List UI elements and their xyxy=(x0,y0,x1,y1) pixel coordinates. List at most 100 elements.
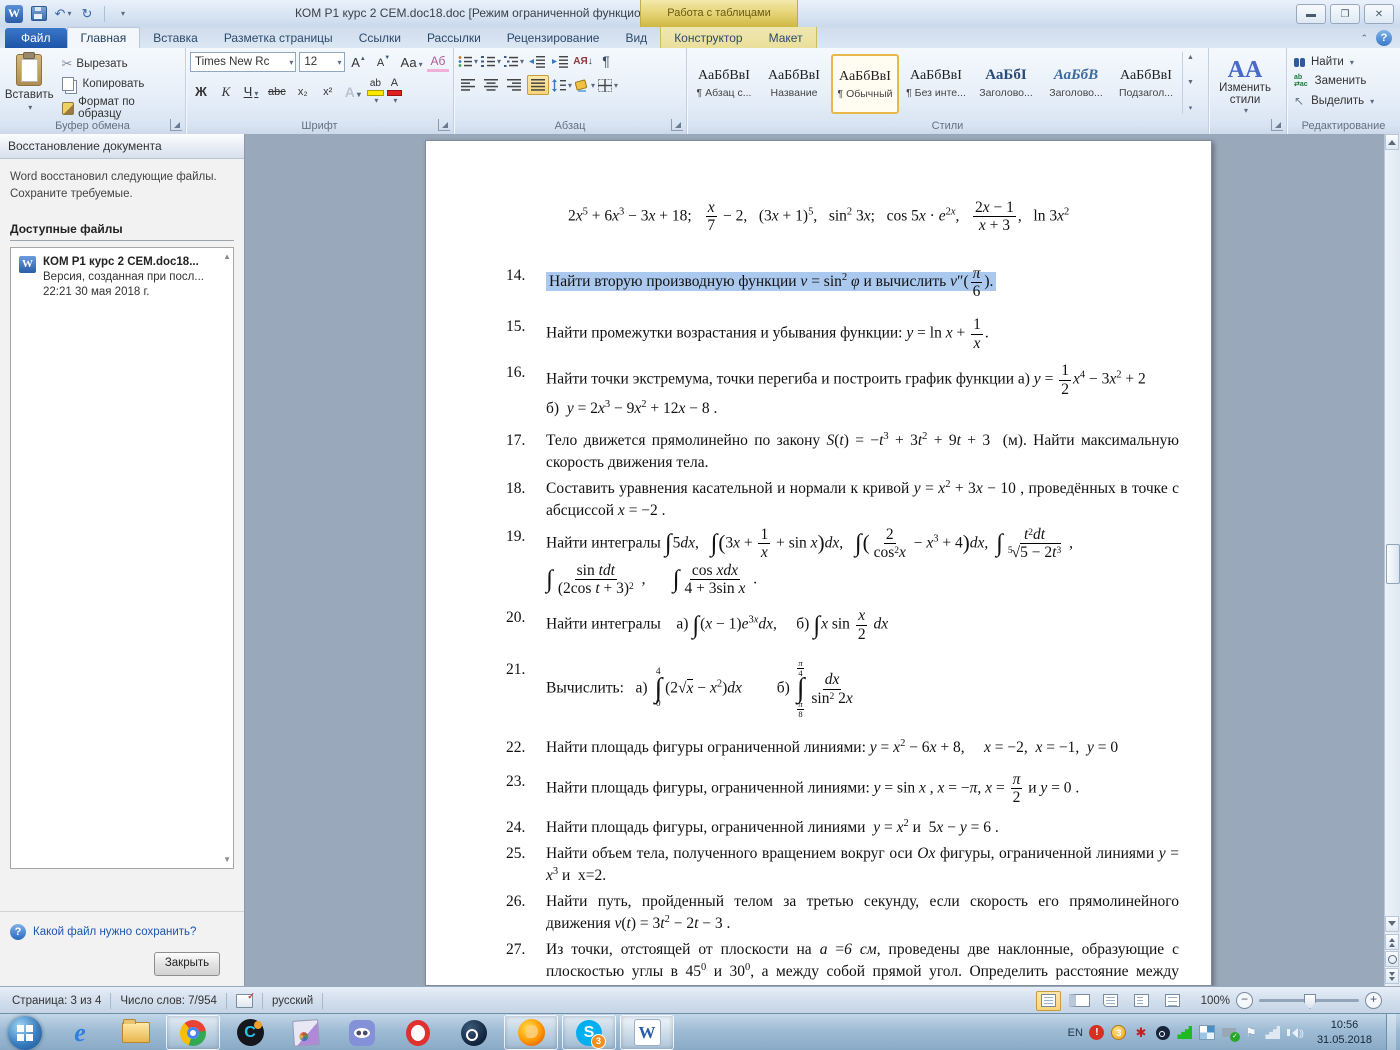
minimize-button[interactable]: ▬ xyxy=(1296,4,1326,24)
align-center-button[interactable] xyxy=(481,76,501,94)
tray-usb-eject-icon[interactable] xyxy=(1222,1028,1236,1037)
word-taskbar-icon[interactable]: W xyxy=(620,1015,674,1050)
find-button[interactable]: Найти xyxy=(1291,55,1396,69)
tray-action-center-flag-icon[interactable]: ⚑ xyxy=(1243,1025,1259,1041)
multilevel-list-button[interactable] xyxy=(504,52,524,70)
chrome-icon[interactable] xyxy=(166,1015,220,1050)
scroll-down-button[interactable] xyxy=(1385,916,1399,932)
outline-view-button[interactable] xyxy=(1129,991,1154,1011)
tab-review[interactable]: Рецензирование xyxy=(494,28,613,48)
replace-button[interactable]: ab⇄acЗаменить xyxy=(1291,73,1396,89)
borders-button[interactable] xyxy=(598,76,618,94)
tab-home[interactable]: Главная xyxy=(67,27,141,48)
redo-button[interactable]: ↻ xyxy=(77,4,97,24)
show-paragraph-marks-button[interactable]: ¶ xyxy=(596,52,616,70)
tray-badge-icon[interactable]: 3 xyxy=(1111,1025,1126,1040)
discord-icon[interactable] xyxy=(336,1016,388,1049)
print-layout-view-button[interactable] xyxy=(1036,991,1061,1011)
steam-icon[interactable] xyxy=(448,1016,500,1049)
style-card[interactable]: АаБбВЗаголово... xyxy=(1043,54,1109,112)
highlight-color-button[interactable]: ab xyxy=(367,79,384,105)
styles-gallery-scroll[interactable]: ▲▼▾ xyxy=(1182,52,1198,114)
paste-button[interactable]: Вставить xyxy=(4,52,55,121)
document-page[interactable]: 2x5 + 6x3 − 3x + 18; x7 − 2, (3x + 1)5, … xyxy=(425,140,1212,986)
zoom-slider-thumb[interactable] xyxy=(1304,994,1316,1009)
zoom-level[interactable]: 100% xyxy=(1201,995,1230,1007)
proofing-status-icon[interactable] xyxy=(236,994,253,1008)
decrease-indent-button[interactable] xyxy=(527,52,547,70)
sort-button[interactable]: АЯ xyxy=(573,52,593,70)
show-desktop-button[interactable] xyxy=(1386,1014,1396,1050)
save-button[interactable] xyxy=(29,4,49,24)
bold-button[interactable]: Ж xyxy=(190,83,212,100)
italic-button[interactable]: К xyxy=(215,83,237,101)
tray-app-grid-icon[interactable] xyxy=(1199,1025,1215,1040)
which-file-to-save-link[interactable]: ? Какой файл нужно сохранить? xyxy=(10,924,234,940)
font-family-combo[interactable]: Times New Rc▾ xyxy=(190,52,296,72)
tab-mailings[interactable]: Рассылки xyxy=(414,28,494,48)
superscript-button[interactable]: х² xyxy=(317,85,339,99)
tab-file[interactable]: Файл xyxy=(5,28,67,48)
previous-page-button[interactable] xyxy=(1385,934,1399,950)
change-case-button[interactable]: Аа xyxy=(398,54,424,71)
shading-button[interactable] xyxy=(575,76,595,94)
shrink-font-button[interactable]: А xyxy=(373,54,395,70)
copy-button[interactable]: Копировать xyxy=(59,76,182,92)
line-spacing-button[interactable] xyxy=(552,76,572,94)
restore-button[interactable]: ❐ xyxy=(1330,4,1360,24)
tray-app-icon[interactable]: ✱ xyxy=(1133,1025,1149,1041)
image-viewer-icon[interactable] xyxy=(280,1016,332,1049)
vertical-scrollbar[interactable] xyxy=(1384,134,1400,986)
tab-references[interactable]: Ссылки xyxy=(346,28,414,48)
skype-icon[interactable]: S3 xyxy=(562,1015,616,1050)
tray-volume-icon[interactable]: )) xyxy=(1287,1025,1303,1041)
select-browse-object-button[interactable] xyxy=(1385,951,1399,967)
font-dialog-launcher[interactable] xyxy=(438,119,450,131)
word-app-icon[interactable]: W xyxy=(5,5,23,23)
paragraph-dialog-launcher[interactable] xyxy=(671,119,683,131)
undo-button[interactable]: ↶ xyxy=(53,4,73,24)
scrollbar-thumb[interactable] xyxy=(1386,544,1400,584)
style-card[interactable]: АаБбВвІПодзагол... xyxy=(1113,54,1179,112)
draft-view-button[interactable] xyxy=(1160,991,1185,1011)
list-scroll-up-icon[interactable]: ▲ xyxy=(223,252,231,261)
internet-explorer-icon[interactable]: e xyxy=(54,1016,106,1049)
clipboard-dialog-launcher[interactable] xyxy=(170,119,182,131)
tray-signal-icon[interactable] xyxy=(1265,1026,1280,1039)
tab-page-layout[interactable]: Разметка страницы xyxy=(211,28,346,48)
tray-alert-icon[interactable]: ! xyxy=(1089,1025,1104,1040)
next-page-button[interactable] xyxy=(1385,968,1399,984)
text-effects-button[interactable]: А xyxy=(342,83,364,101)
fullscreen-reading-view-button[interactable] xyxy=(1067,991,1092,1011)
increase-indent-button[interactable] xyxy=(550,52,570,70)
tray-steam-icon[interactable] xyxy=(1156,1026,1170,1040)
tray-network-activity-icon[interactable] xyxy=(1177,1026,1192,1039)
scroll-up-button[interactable] xyxy=(1385,134,1399,150)
clear-formatting-button[interactable]: Аб xyxy=(427,53,449,72)
strikethrough-button[interactable]: abc xyxy=(265,85,289,99)
tab-insert[interactable]: Вставка xyxy=(140,28,211,48)
zoom-in-button[interactable]: + xyxy=(1365,992,1382,1009)
format-painter-button[interactable]: Формат по образцу xyxy=(59,95,182,121)
input-language-indicator[interactable]: EN xyxy=(1068,1027,1083,1039)
file-explorer-icon[interactable] xyxy=(110,1016,162,1049)
grow-font-button[interactable]: А xyxy=(348,54,370,71)
select-button[interactable]: ↖Выделить xyxy=(1291,93,1396,109)
justify-button[interactable] xyxy=(527,75,549,95)
zoom-slider[interactable] xyxy=(1259,999,1359,1002)
minimize-ribbon-icon[interactable]: ⌃ xyxy=(1360,33,1368,44)
language-indicator[interactable]: русский xyxy=(272,995,313,1007)
help-icon[interactable]: ? xyxy=(1376,30,1392,46)
tab-design[interactable]: Конструктор xyxy=(661,28,755,48)
recovered-file-item[interactable]: W КОМ Р1 курс 2 СЕМ.doc18... Версия, соз… xyxy=(19,256,215,301)
style-card[interactable]: АаБбВвІНазвание xyxy=(761,54,827,112)
style-card[interactable]: АаБбВвІ¶ Абзац с... xyxy=(691,54,757,112)
web-layout-view-button[interactable] xyxy=(1098,991,1123,1011)
numbering-button[interactable] xyxy=(481,52,501,70)
bullets-button[interactable] xyxy=(458,52,478,70)
underline-button[interactable]: Ч xyxy=(240,83,262,100)
subscript-button[interactable]: х₂ xyxy=(292,85,314,99)
tab-view[interactable]: Вид xyxy=(612,28,660,48)
align-right-button[interactable] xyxy=(504,76,524,94)
game-center-icon[interactable]: C xyxy=(224,1016,276,1049)
